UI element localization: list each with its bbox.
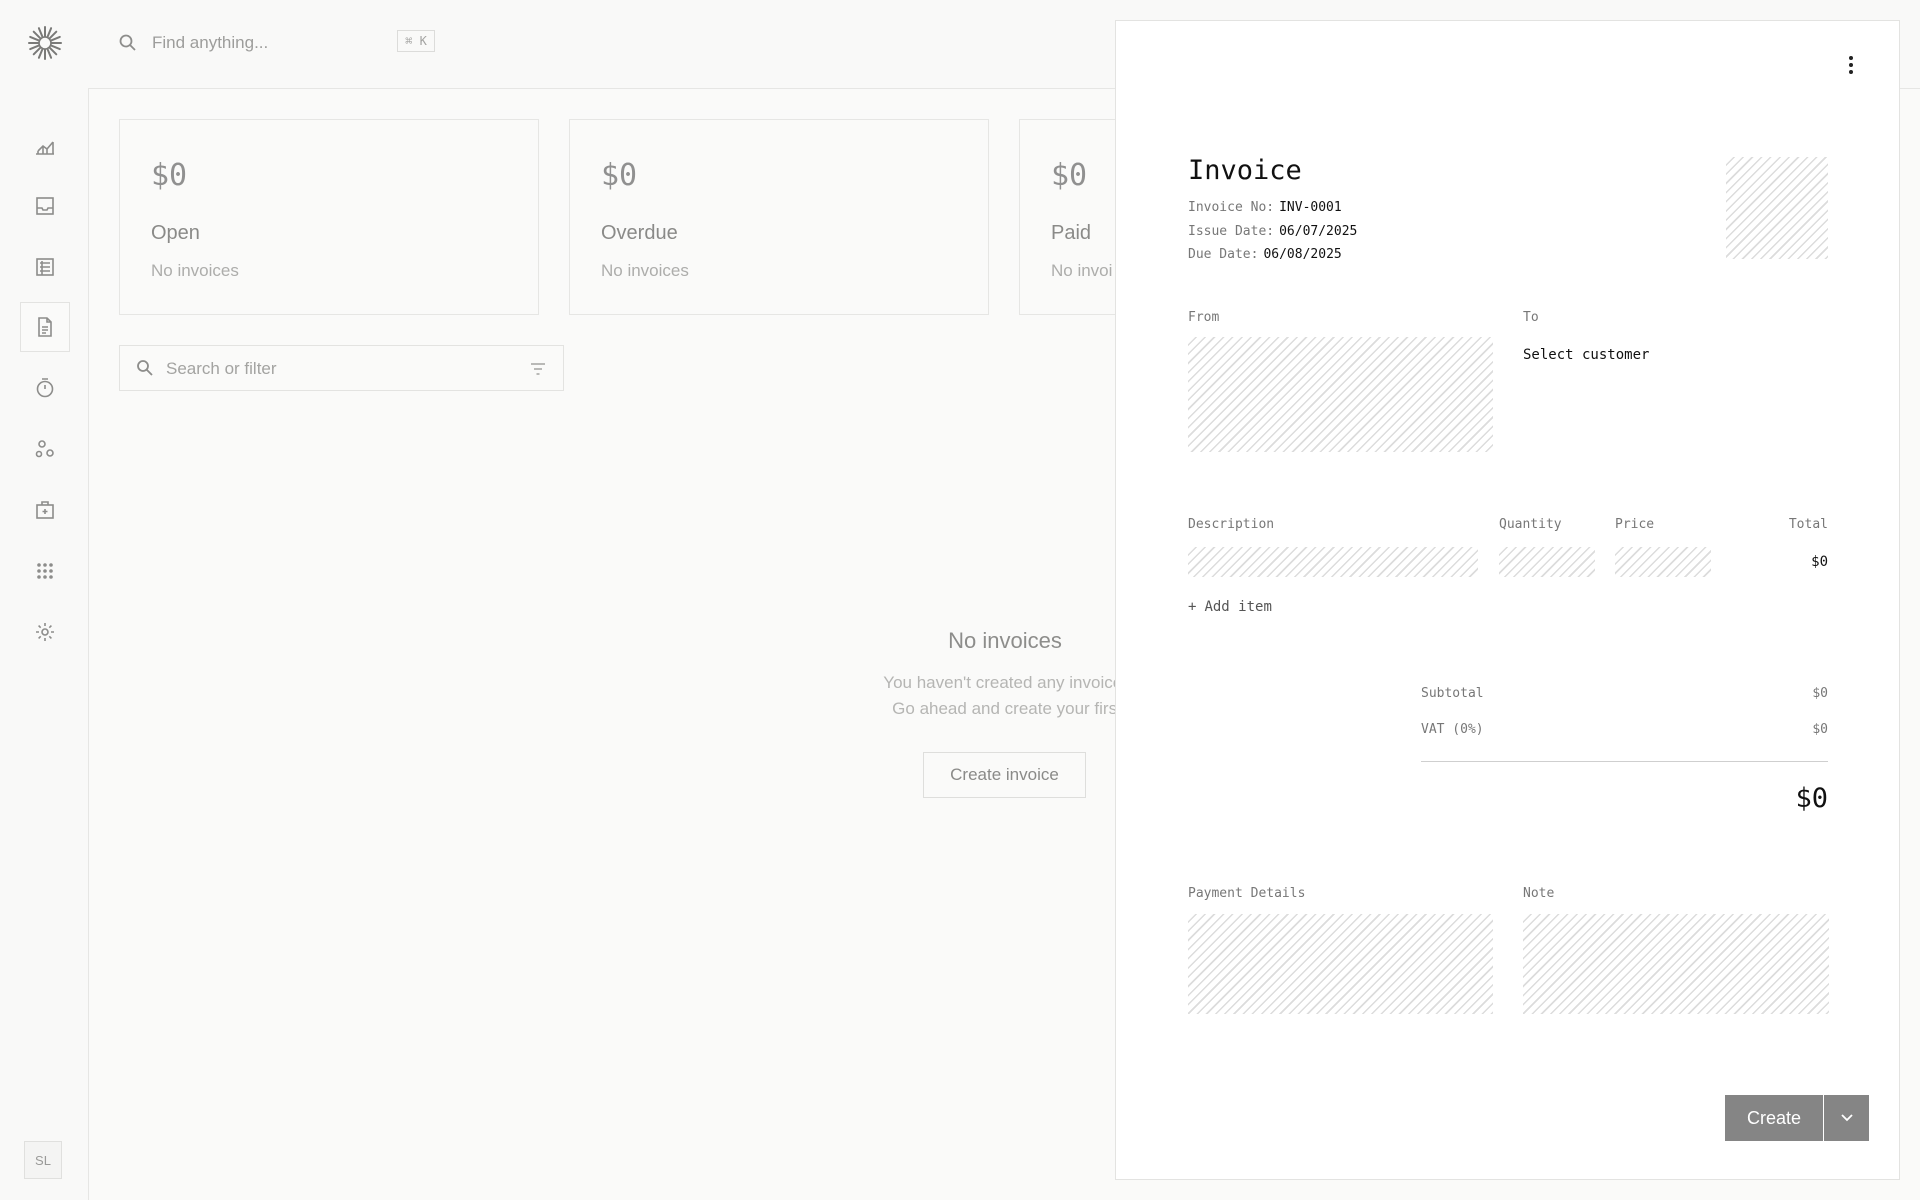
transactions-icon: [36, 258, 54, 276]
settings-icon: [36, 623, 54, 641]
empty-state-title: No invoices: [948, 628, 1062, 653]
card-label: Overdue: [601, 222, 678, 244]
sidebar-item-vault[interactable]: [20, 485, 70, 535]
item-quantity-field[interactable]: [1499, 547, 1595, 577]
invoice-icon: [38, 317, 52, 337]
subtotal-value: $0: [1812, 686, 1828, 701]
vat-label[interactable]: VAT (0%): [1421, 722, 1484, 737]
item-price-field[interactable]: [1615, 547, 1711, 577]
sidebar-item-invoices[interactable]: [20, 302, 70, 352]
plus-icon: +: [1188, 599, 1197, 615]
global-search-input[interactable]: Find anything...: [152, 33, 268, 53]
from-details-field[interactable]: [1188, 337, 1493, 452]
invoice-number-value[interactable]: INV-0001: [1279, 200, 1342, 215]
invoice-title[interactable]: Invoice: [1188, 155, 1302, 186]
column-description: Description: [1188, 517, 1275, 532]
from-label: From: [1188, 310, 1220, 325]
card-sub: No invoices: [151, 261, 239, 280]
timer-icon: [36, 378, 54, 398]
invoice-sheet: Invoice Invoice No: INV-0001 Issue Date: 0…: [1115, 20, 1900, 1180]
filter-icon[interactable]: [529, 360, 547, 378]
due-date-label: Due Date:: [1188, 247, 1259, 262]
card-label: Paid: [1051, 222, 1092, 244]
add-item-button[interactable]: + Add item: [1188, 599, 1272, 615]
issue-date-label: Issue Date:: [1188, 224, 1275, 239]
search-icon: [137, 360, 153, 376]
payment-details-field[interactable]: [1188, 914, 1493, 1014]
item-total: $0: [1811, 554, 1828, 570]
card-sub: No invoices: [601, 261, 689, 280]
column-total: Total: [1788, 517, 1828, 532]
chart-icon: [36, 141, 54, 155]
create-button[interactable]: Create: [1725, 1095, 1823, 1141]
issue-date-value[interactable]: 06/07/2025: [1279, 224, 1357, 239]
to-label: To: [1523, 310, 1539, 325]
card-amount: $0: [151, 158, 188, 193]
sidebar-item-customers[interactable]: [20, 424, 70, 474]
add-item-label: Add item: [1204, 599, 1272, 615]
search-filter-placeholder: Search or filter: [166, 359, 277, 378]
summary-card-open[interactable]: $0 Open No invoices: [119, 119, 539, 315]
logo-icon[interactable]: [26, 24, 64, 62]
grand-total: $0: [1795, 783, 1828, 814]
summary-divider: [1421, 761, 1828, 762]
vault-icon: [36, 501, 54, 519]
search-filter-input[interactable]: Search or filter: [119, 345, 564, 391]
search-shortcut-badge: ⌘ K: [397, 30, 435, 52]
invoice-number-row[interactable]: Invoice No: INV-0001: [1188, 200, 1342, 215]
sidebar-item-settings[interactable]: [20, 607, 70, 657]
sidebar-item-apps[interactable]: [20, 546, 70, 596]
invoice-number-label: Invoice No:: [1188, 200, 1275, 215]
create-options-button[interactable]: [1824, 1095, 1869, 1141]
subtotal-label: Subtotal: [1421, 686, 1484, 701]
sidebar-item-inbox[interactable]: [20, 181, 70, 231]
column-price: Price: [1615, 517, 1655, 532]
sidebar-item-transactions[interactable]: [20, 242, 70, 292]
note-field[interactable]: [1523, 914, 1829, 1014]
due-date-row[interactable]: Due Date: 06/08/2025: [1188, 247, 1342, 262]
apps-icon: [37, 563, 53, 579]
logo-upload-placeholder[interactable]: [1726, 157, 1828, 259]
vat-value: $0: [1812, 722, 1828, 737]
issue-date-row[interactable]: Issue Date: 06/07/2025: [1188, 224, 1357, 239]
note-label: Note: [1523, 886, 1555, 901]
sidebar: SL: [0, 0, 89, 1200]
sidebar-item-overview[interactable]: [20, 121, 70, 171]
due-date-value[interactable]: 06/08/2025: [1263, 247, 1341, 262]
avatar[interactable]: SL: [24, 1141, 62, 1179]
item-description-field[interactable]: [1188, 547, 1478, 577]
create-invoice-button[interactable]: Create invoice: [923, 752, 1086, 798]
payment-details-label: Payment Details: [1188, 886, 1306, 901]
chevron-down-icon: [1840, 1114, 1853, 1122]
card-amount: $0: [601, 158, 638, 193]
sidebar-item-tracker[interactable]: [20, 363, 70, 413]
more-options-icon[interactable]: [1841, 53, 1861, 77]
summary-card-overdue[interactable]: $0 Overdue No invoices: [569, 119, 989, 315]
search-icon: [119, 34, 136, 51]
column-quantity: Quantity: [1499, 517, 1562, 532]
customers-icon: [35, 440, 54, 458]
inbox-icon: [36, 197, 54, 215]
card-sub: No invoi: [1051, 261, 1113, 280]
card-label: Open: [151, 222, 200, 244]
select-customer-field[interactable]: Select customer: [1523, 347, 1649, 363]
card-amount: $0: [1051, 158, 1088, 193]
